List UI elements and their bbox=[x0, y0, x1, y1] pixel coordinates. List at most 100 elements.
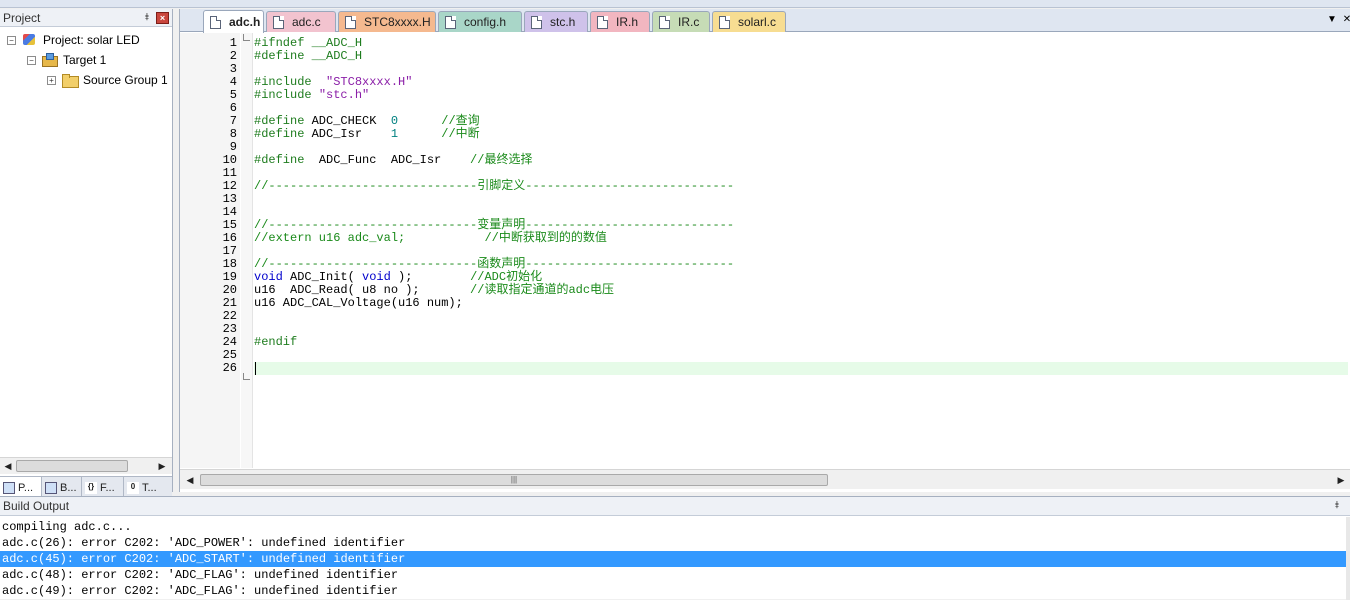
fold-marker-icon[interactable] bbox=[243, 34, 250, 41]
code-token: //-----------------------------引脚定义-----… bbox=[254, 179, 735, 193]
code-line[interactable]: #define ADC_Isr 1 //中断 bbox=[254, 128, 1348, 141]
code-token: #define __ADC_H bbox=[254, 49, 363, 63]
document-icon bbox=[719, 15, 730, 29]
code-line[interactable]: #define __ADC_H bbox=[254, 50, 1348, 63]
tree-node-target[interactable]: − Target 1 bbox=[27, 50, 106, 70]
build-output-list[interactable]: compiling adc.c... adc.c(26): error C202:… bbox=[0, 519, 1346, 599]
build-output-scrollbar[interactable] bbox=[1346, 517, 1350, 600]
code-line[interactable]: #ifndef __ADC_H bbox=[254, 37, 1348, 50]
tree-node-label: Target 1 bbox=[63, 53, 107, 67]
pin-icon[interactable]: ⯒ bbox=[140, 11, 154, 25]
tab-label: config.h bbox=[464, 15, 507, 29]
project-tab-icon bbox=[3, 482, 15, 494]
tab-ir-c[interactable]: IR.c bbox=[652, 11, 710, 32]
build-output-line[interactable]: adc.c(49): error C202: 'ADC_FLAG': undef… bbox=[0, 583, 1346, 599]
code-line[interactable]: #include "stc.h" bbox=[254, 89, 1348, 102]
tab-adc-h[interactable]: adc.h bbox=[203, 10, 264, 33]
code-token: //最终选择 bbox=[470, 153, 533, 167]
tab-label: T... bbox=[142, 482, 157, 494]
tab-label: adc.c bbox=[292, 15, 321, 29]
tab-label: P... bbox=[18, 482, 34, 494]
build-output-line[interactable]: adc.c(48): error C202: 'ADC_FLAG': undef… bbox=[0, 567, 1346, 583]
code-area[interactable]: #ifndef __ADC_H #define __ADC_H #include "… bbox=[254, 37, 1348, 375]
target-icon bbox=[41, 53, 59, 67]
code-token: u16 ADC_CAL_Voltage(u16 num); bbox=[254, 296, 463, 310]
fold-marker-icon[interactable] bbox=[243, 373, 250, 380]
line-number: 1 bbox=[229, 36, 237, 50]
toolbar-strip bbox=[0, 0, 1350, 8]
document-icon bbox=[210, 15, 221, 29]
functions-tab-icon: {} bbox=[85, 482, 97, 494]
code-line[interactable]: u16 ADC_CAL_Voltage(u16 num); bbox=[254, 297, 1348, 310]
tab-label: F... bbox=[100, 482, 115, 494]
tab-stc-h[interactable]: stc.h bbox=[524, 11, 588, 32]
tree-node-project[interactable]: − Project: solar LED bbox=[7, 30, 140, 50]
code-token: //ADC初始化 bbox=[470, 270, 543, 284]
editor-horizontal-scrollbar[interactable]: ◀ ||| ▶ bbox=[180, 469, 1350, 489]
tab-ir-h[interactable]: IR.h bbox=[590, 11, 650, 32]
scroll-thumb[interactable] bbox=[16, 460, 128, 472]
tab-adc-c[interactable]: adc.c bbox=[266, 11, 336, 32]
tab-list-dropdown-icon[interactable]: ▼ bbox=[1325, 13, 1339, 27]
code-token: ADC_Func ADC_Isr bbox=[318, 153, 471, 167]
code-line[interactable]: //-----------------------------引脚定义-----… bbox=[254, 180, 1348, 193]
collapse-icon[interactable]: − bbox=[7, 35, 16, 45]
close-icon[interactable]: × bbox=[156, 11, 169, 24]
code-line[interactable]: #endif bbox=[254, 336, 1348, 349]
pin-icon[interactable]: ⯒ bbox=[1330, 499, 1344, 513]
folder-icon bbox=[61, 73, 79, 88]
scroll-right-icon[interactable]: ▶ bbox=[155, 459, 169, 473]
templates-tab-icon: 0 bbox=[127, 482, 139, 494]
fold-margin bbox=[241, 33, 253, 468]
code-line[interactable] bbox=[254, 310, 1348, 323]
line-number: 6 bbox=[229, 101, 237, 115]
scroll-thumb[interactable]: ||| bbox=[200, 474, 828, 486]
tab-label: IR.c bbox=[678, 15, 700, 29]
build-output-line[interactable]: adc.c(45): error C202: 'ADC_START': unde… bbox=[0, 551, 1346, 567]
scroll-left-icon[interactable]: ◀ bbox=[1, 459, 15, 473]
code-token: "stc.h" bbox=[318, 88, 370, 102]
tab-label: adc.h bbox=[229, 15, 261, 29]
tab-label: STC8xxxx.H bbox=[364, 15, 431, 29]
document-icon bbox=[597, 15, 608, 29]
code-token: #define bbox=[254, 127, 312, 141]
tab-label: B... bbox=[60, 482, 77, 494]
code-line[interactable]: //extern u16 adc_val; //中断获取到的的数值 bbox=[254, 232, 1348, 245]
project-pane-title: Project bbox=[3, 10, 41, 25]
code-line[interactable] bbox=[254, 63, 1348, 76]
code-token: //中断 bbox=[441, 127, 480, 141]
file-tab-bar: adc.h adc.c STC8xxxx.H config.h stc.h IR… bbox=[180, 9, 1350, 33]
line-number: 26 bbox=[222, 361, 237, 375]
document-icon bbox=[531, 15, 542, 29]
document-icon bbox=[445, 15, 456, 29]
text-caret bbox=[255, 362, 256, 375]
document-icon bbox=[273, 15, 284, 29]
code-line[interactable] bbox=[254, 323, 1348, 336]
code-line[interactable] bbox=[254, 349, 1348, 362]
expand-icon[interactable]: + bbox=[47, 75, 56, 85]
code-line[interactable] bbox=[254, 193, 1348, 206]
code-line[interactable]: #define ADC_Func ADC_Isr //最终选择 bbox=[254, 154, 1348, 167]
build-output-line[interactable]: adc.c(26): error C202: 'ADC_POWER': unde… bbox=[0, 535, 1346, 551]
scroll-left-icon[interactable]: ◀ bbox=[183, 473, 197, 487]
code-token: #include bbox=[254, 88, 319, 102]
tab-solarl-c[interactable]: solarl.c bbox=[712, 11, 786, 32]
tab-stc8xxxx-h[interactable]: STC8xxxx.H bbox=[338, 11, 436, 32]
code-token: #define bbox=[254, 114, 312, 128]
line-numbers: 1 2 3 4 5 6 7 8 9 10 11 12 13 14 15 16 17 18 19 20 21 22 23 24 2… bbox=[180, 37, 237, 375]
line-number: 3 bbox=[229, 62, 237, 76]
project-tree-scrollbar[interactable]: ◀ ▶ bbox=[0, 457, 172, 474]
project-pane: Project ⯒ × − Project: solar LED − Targe… bbox=[0, 9, 173, 501]
code-token: 0 bbox=[390, 114, 399, 128]
close-tab-icon[interactable]: ✕ bbox=[1340, 13, 1350, 27]
code-token: //extern u16 adc_val; //中断获取到的的数值 bbox=[254, 231, 607, 245]
tree-node-source-group[interactable]: + Source Group 1 bbox=[47, 70, 168, 90]
collapse-icon[interactable]: − bbox=[27, 55, 36, 65]
code-line[interactable] bbox=[254, 362, 1348, 375]
tab-label: stc.h bbox=[550, 15, 576, 29]
scroll-right-icon[interactable]: ▶ bbox=[1334, 473, 1348, 487]
build-output-line[interactable]: compiling adc.c... bbox=[0, 519, 1346, 535]
tab-config-h[interactable]: config.h bbox=[438, 11, 522, 32]
code-line[interactable]: #include "STC8xxxx.H" bbox=[254, 76, 1348, 89]
code-token: ADC_Isr bbox=[311, 127, 391, 141]
